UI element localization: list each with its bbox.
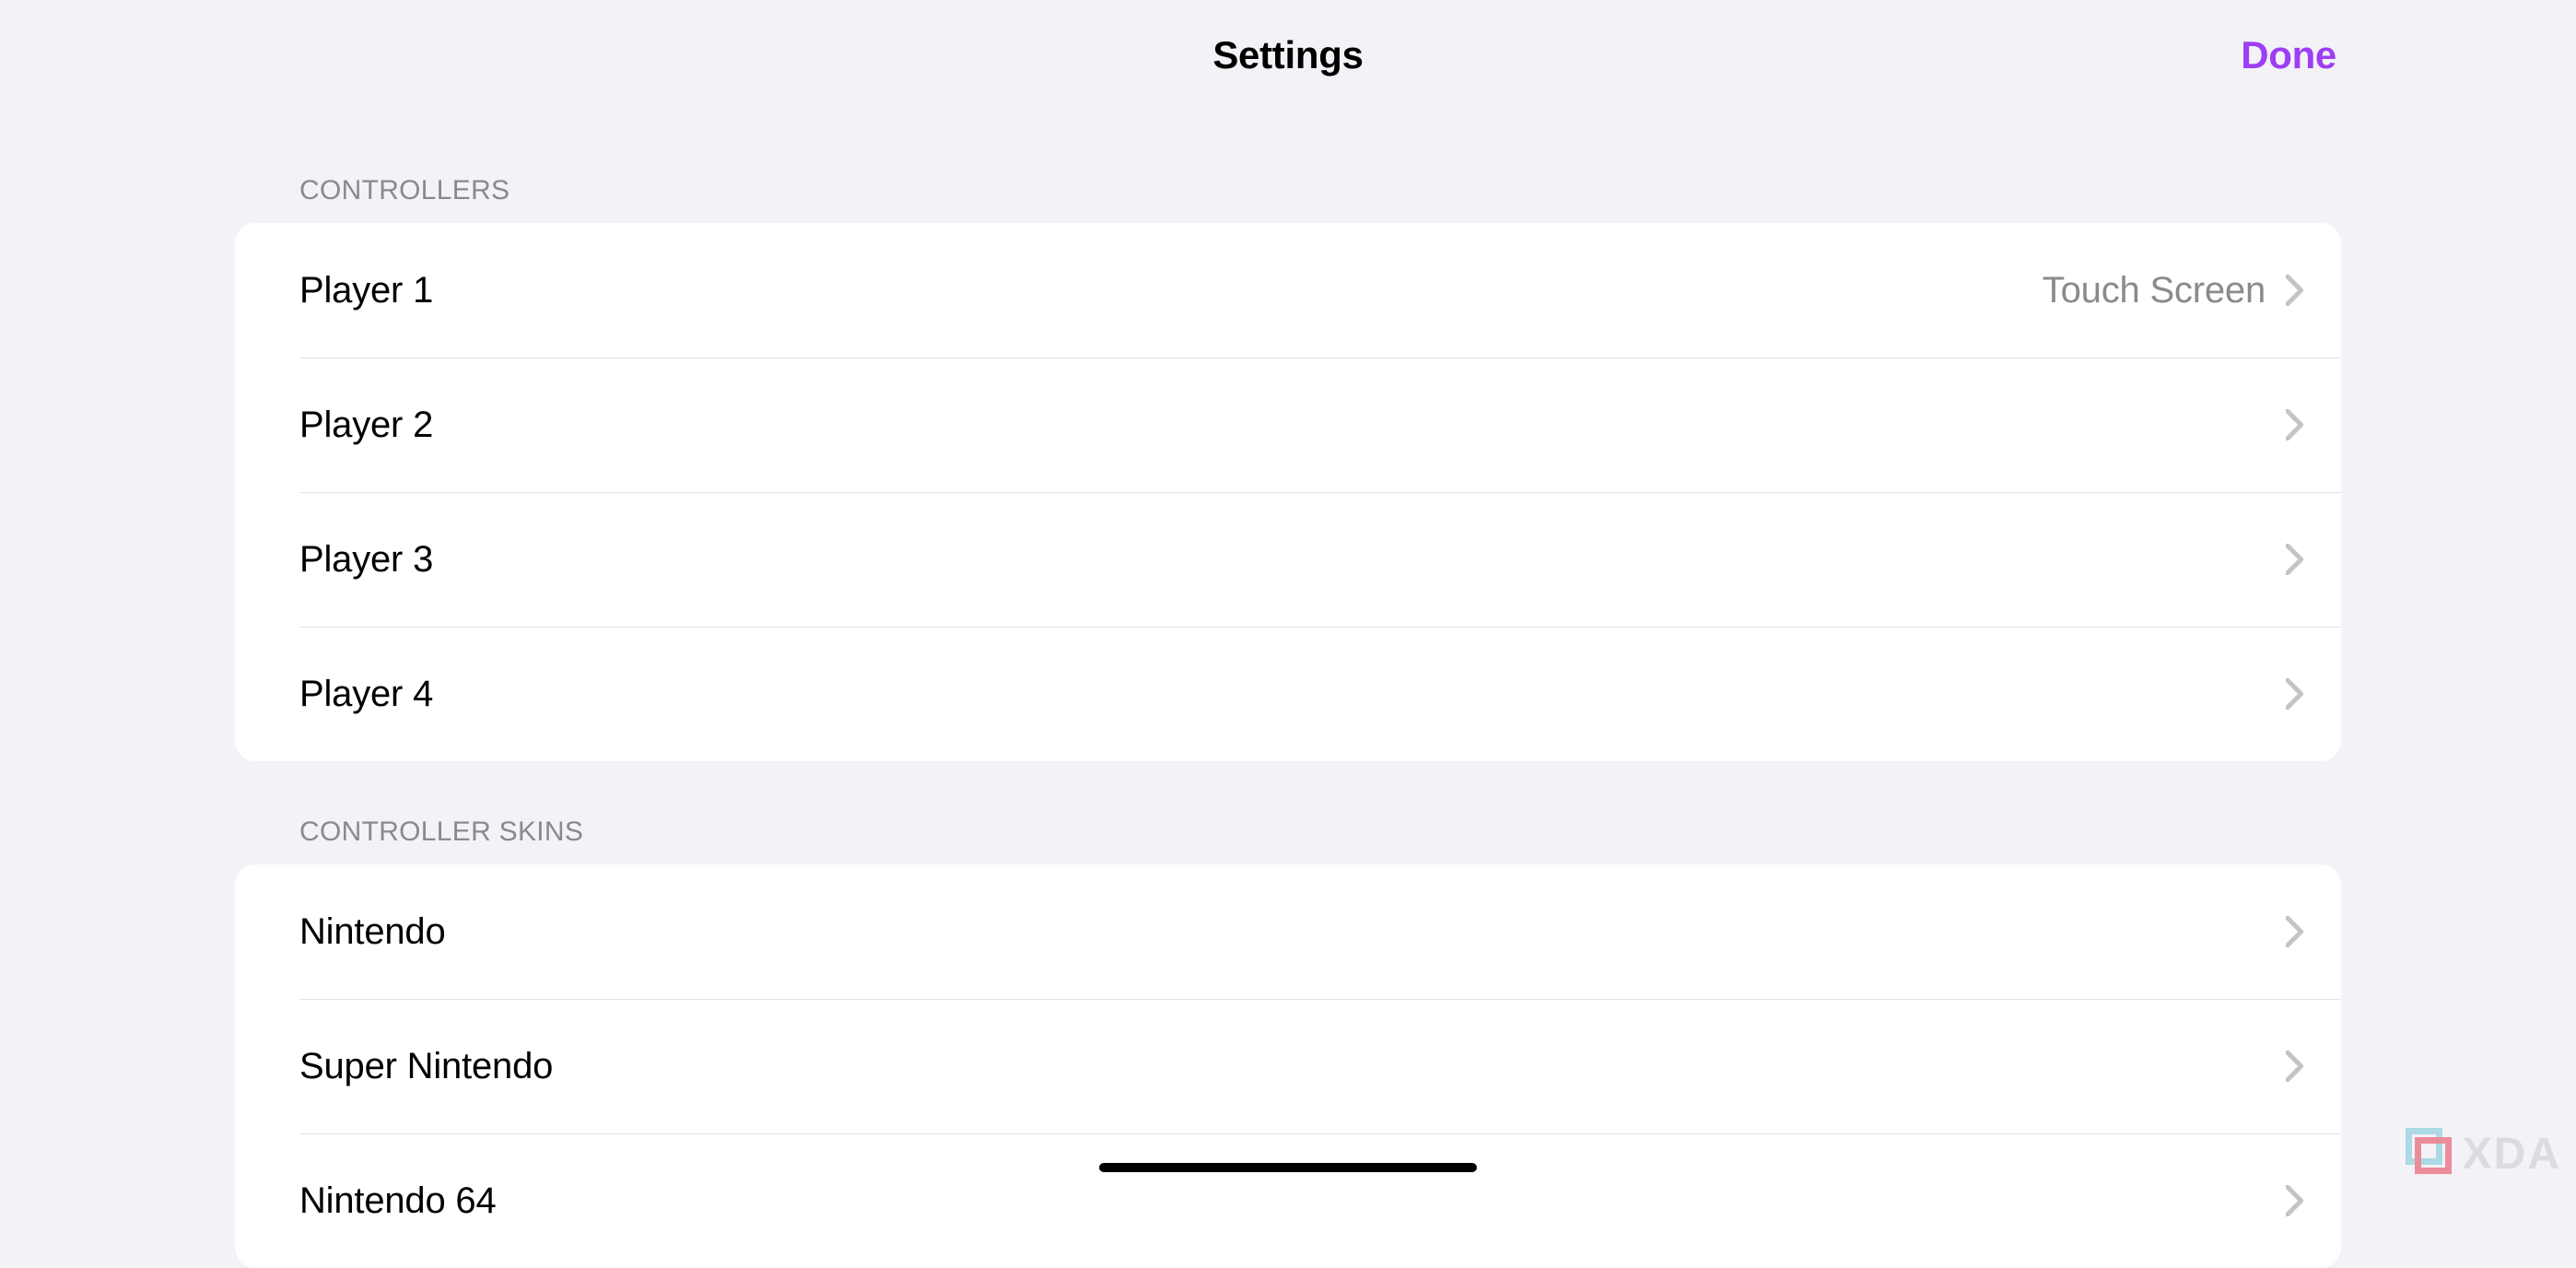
chevron-right-icon	[2286, 1185, 2304, 1216]
section-header-skins: CONTROLLER SKINS	[235, 761, 2341, 864]
row-player-4[interactable]: Player 4	[235, 627, 2341, 761]
chevron-right-icon	[2286, 544, 2304, 575]
watermark-text: XDA	[2463, 1129, 2561, 1180]
chevron-right-icon	[2286, 275, 2304, 306]
row-detail: Touch Screen	[2043, 270, 2266, 311]
watermark-logo-icon	[2406, 1128, 2455, 1180]
settings-content: CONTROLLERS Player 1 Touch Screen Player…	[0, 111, 2576, 1268]
row-label: Player 3	[299, 539, 2266, 581]
done-button[interactable]: Done	[2241, 33, 2336, 77]
row-label: Super Nintendo	[299, 1046, 2266, 1087]
chevron-right-icon	[2286, 409, 2304, 440]
row-player-1[interactable]: Player 1 Touch Screen	[235, 223, 2341, 358]
row-skin-nintendo[interactable]: Nintendo	[235, 864, 2341, 999]
section-header-controllers: CONTROLLERS	[235, 111, 2341, 223]
row-player-2[interactable]: Player 2	[235, 358, 2341, 492]
page-title: Settings	[1212, 33, 1363, 77]
row-skin-nintendo-64[interactable]: Nintendo 64	[235, 1133, 2341, 1268]
skins-group: Nintendo Super Nintendo Nintendo 64	[235, 864, 2341, 1268]
row-skin-super-nintendo[interactable]: Super Nintendo	[235, 999, 2341, 1133]
chevron-right-icon	[2286, 916, 2304, 947]
row-player-3[interactable]: Player 3	[235, 492, 2341, 627]
navigation-bar: Settings Done	[0, 0, 2576, 111]
row-label: Nintendo	[299, 911, 2266, 953]
row-label: Nintendo 64	[299, 1180, 2266, 1222]
row-label: Player 1	[299, 270, 2043, 311]
home-indicator[interactable]	[1099, 1163, 1477, 1172]
chevron-right-icon	[2286, 678, 2304, 710]
controllers-group: Player 1 Touch Screen Player 2 Player 3 …	[235, 223, 2341, 761]
chevron-right-icon	[2286, 1051, 2304, 1082]
row-label: Player 4	[299, 674, 2266, 715]
watermark: XDA	[2406, 1128, 2561, 1180]
row-label: Player 2	[299, 405, 2266, 446]
